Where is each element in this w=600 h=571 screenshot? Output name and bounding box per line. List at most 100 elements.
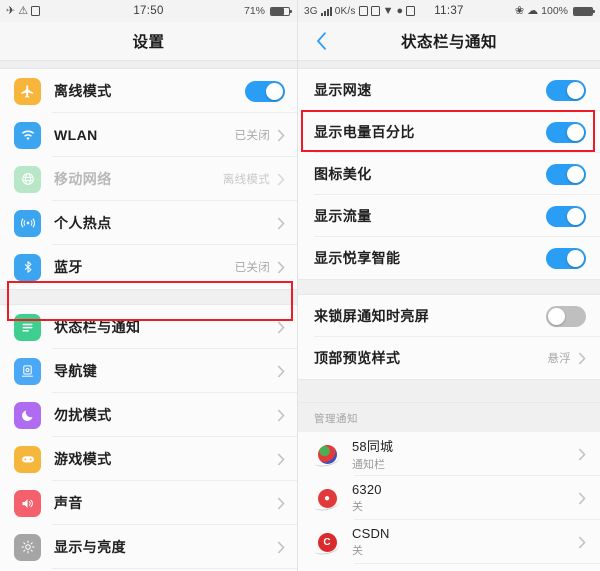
wifi-icon [14,121,41,149]
chevron-right-icon [277,540,285,554]
setting-row-show-battery-percentage[interactable]: 显示电量百分比 [298,111,600,153]
sidebar-item-do-not-disturb[interactable]: 勿扰模式 [0,393,297,437]
left-status-battery-group: 71% [243,0,292,22]
manage-notifications-header: 管理通知 [298,403,600,432]
notification-app-row-58tongcheng[interactable]: 58同城 通知栏 [298,432,600,476]
setting-label: 显示电量百分比 [314,124,415,140]
brightness-icon [14,533,41,561]
notification-app-row-flash-player-settings[interactable]: ❖ Flash Player Settings 关 [298,564,600,571]
sidebar-item-label: 状态栏与通知 [54,319,141,335]
setting-label: 显示流量 [314,208,372,224]
page-title-statusbar-notifications: 状态栏与通知 [400,34,497,51]
app-6320-icon: ● [313,485,341,512]
setting-row-wake-screen-on-lockscreen-notification[interactable]: 来锁屏通知时亮屏 [298,295,600,337]
right-group-divider-1 [298,279,600,295]
sidebar-item-game-mode[interactable]: 游戏模式 [0,437,297,481]
sidebar-item-wlan[interactable]: WLAN 已关闭 [0,113,297,157]
page-title-settings: 设置 [132,34,165,51]
bluetooth-status-value: 已关闭 [234,262,270,274]
wifi-icon: ☁ [527,4,539,17]
sidebar-item-statusbar-notifications[interactable]: 状态栏与通知 [0,305,297,349]
right-status-bar: 3G 0K/s ▼ ● 11:37 ❀ ☁ 100% [298,0,600,22]
sidebar-item-display-brightness[interactable]: 显示与亮度 [0,525,297,569]
notification-app-row-6320[interactable]: ● 6320 关 [298,476,600,520]
sidebar-item-sound[interactable]: 声音 [0,481,297,525]
moon-icon [14,401,41,429]
chevron-right-icon [578,351,586,365]
left-title-divider [0,60,297,69]
bluetooth-icon [14,253,41,281]
sidebar-item-label: 移动网络 [54,171,112,187]
icon-beautify-toggle[interactable] [546,163,586,185]
right-status-battery-group: ❀ ☁ 100% [514,0,595,22]
setting-row-show-network-speed[interactable]: 显示网速 [298,69,600,111]
hotspot-icon [14,209,41,237]
show-yuexiang-smart-toggle[interactable] [546,247,586,269]
chevron-right-icon [277,172,285,186]
chevron-left-icon [316,32,327,50]
setting-label: 图标美化 [314,166,372,182]
sidebar-item-label: 个人热点 [54,215,112,231]
chevron-right-icon [277,216,285,230]
chevron-right-icon [277,364,285,378]
app-notification-status: 关 [352,501,363,513]
right-panel-statusbar-notifications: 3G 0K/s ▼ ● 11:37 ❀ ☁ 100% 状态栏与通知 显示网速 显… [298,0,600,571]
show-data-usage-toggle[interactable] [546,205,586,227]
chevron-right-icon [578,447,586,461]
airplane-mode-toggle[interactable] [245,80,285,102]
setting-label: 顶部预览样式 [314,350,401,366]
left-panel-settings: ✈ ⚠ 17:50 71% 设置 离线模式 WLAN 已关闭 移动网络 离线模式… [0,0,298,571]
app-name: 58同城 [352,439,394,454]
notification-app-row-csdn[interactable]: C CSDN 关 [298,520,600,564]
show-network-speed-toggle[interactable] [546,79,586,101]
chevron-right-icon [277,452,285,466]
right-group-divider-2 [298,379,600,403]
setting-row-show-yuexiang-smart[interactable]: 显示悦享智能 [298,237,600,279]
airplane-icon [14,77,41,105]
globe-icon [14,165,41,193]
sidebar-item-label: 游戏模式 [54,451,112,467]
left-title-bar: 设置 [0,22,297,60]
battery-icon [573,6,595,16]
setting-row-top-preview-style[interactable]: 顶部预览样式 悬浮 [298,337,600,379]
sidebar-item-personal-hotspot[interactable]: 个人热点 [0,201,297,245]
app-name: 6320 [352,482,382,497]
chevron-right-icon [578,535,586,549]
right-title-bar: 状态栏与通知 [298,22,600,60]
sidebar-item-label: 勿扰模式 [54,407,112,423]
sidebar-item-navigation-keys[interactable]: 导航键 [0,349,297,393]
settings-group-divider [0,289,297,305]
right-battery-percent: 100% [541,5,568,17]
setting-label: 来锁屏通知时亮屏 [314,308,430,324]
mobile-network-status-value: 离线模式 [222,174,270,186]
app-58-icon [313,441,341,468]
sidebar-item-label: 导航键 [54,363,98,379]
setting-row-show-data-usage[interactable]: 显示流量 [298,195,600,237]
sidebar-item-mobile-network[interactable]: 移动网络 离线模式 [0,157,297,201]
sidebar-item-label: 蓝牙 [54,259,83,275]
left-status-bar: ✈ ⚠ 17:50 71% [0,0,297,22]
navkey-icon [14,357,41,385]
chevron-right-icon [277,320,285,334]
left-battery-percent: 71% [243,5,265,17]
app-notification-status: 关 [352,545,363,557]
chevron-right-icon [578,491,586,505]
wlan-status-value: 已关闭 [234,130,270,142]
sidebar-item-label: 离线模式 [54,83,112,99]
app-csdn-icon: C [313,529,341,556]
chevron-right-icon [277,128,285,142]
wake-screen-toggle[interactable] [546,305,586,327]
settings-list: 离线模式 WLAN 已关闭 移动网络 离线模式 个人热点 蓝牙 已关闭 状态栏与… [0,69,297,571]
show-battery-percentage-toggle[interactable] [546,121,586,143]
phone-settings-screenshot: ✈ ⚠ 17:50 71% 设置 离线模式 WLAN 已关闭 移动网络 离线模式… [0,0,600,571]
sidebar-item-bluetooth[interactable]: 蓝牙 已关闭 [0,245,297,289]
setting-row-icon-beautify[interactable]: 图标美化 [298,153,600,195]
statusbar-settings-list: 显示网速 显示电量百分比 图标美化 显示流量 显示悦享智能 来锁屏通知时亮屏 顶… [298,69,600,571]
app-csdn-glyph: C [317,532,337,552]
sidebar-item-label: 显示与亮度 [54,539,126,555]
chevron-right-icon [277,408,285,422]
sidebar-item-airplane-mode[interactable]: 离线模式 [0,69,297,113]
back-button[interactable] [310,30,332,52]
bluetooth-icon: ❀ [514,4,525,17]
app-notification-status: 通知栏 [352,459,385,471]
